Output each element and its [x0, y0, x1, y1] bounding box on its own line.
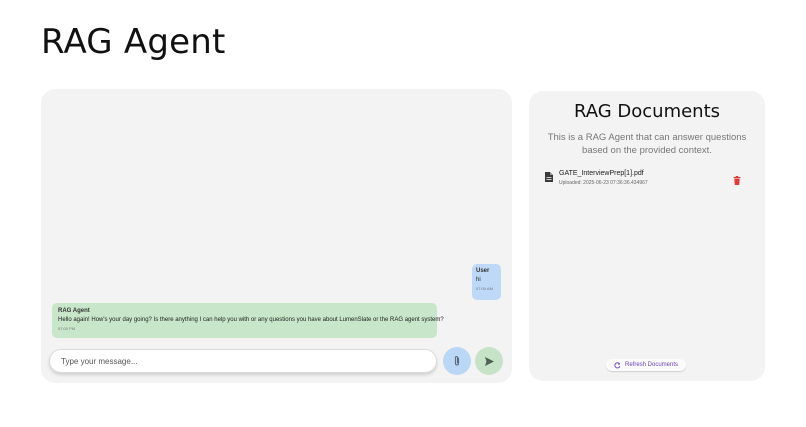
refresh-documents-label: Refresh Documents	[624, 362, 679, 368]
file-icon	[545, 172, 553, 182]
documents-panel: RAG Documents This is a RAG Agent that c…	[529, 91, 765, 381]
message-sender: RAG Agent	[58, 308, 90, 314]
page-title: RAG Agent	[41, 22, 226, 62]
attach-file-button[interactable]	[443, 347, 471, 375]
documents-title: RAG Documents	[573, 101, 721, 122]
message-sender: User	[476, 268, 490, 274]
delete-document-button[interactable]	[733, 172, 741, 190]
document-upload-time: Uploaded: 2025-06-23 07:36:36.434967	[559, 180, 648, 186]
document-item: GATE_InterviewPrep[1].pdf Uploaded: 2025…	[543, 170, 753, 190]
paperclip-icon	[454, 355, 460, 366]
send-button[interactable]	[475, 347, 503, 375]
message-text: hi	[476, 277, 481, 283]
message-input[interactable]	[49, 349, 437, 373]
document-name: GATE_InterviewPrep[1].pdf	[559, 170, 644, 177]
message-time: 07:00 AM	[476, 286, 493, 291]
user-message-bubble: User hi 07:00 AM	[472, 264, 501, 300]
chat-panel: User hi 07:00 AM RAG Agent Hello again! …	[41, 89, 512, 383]
message-time: 07:00 PM	[58, 326, 76, 331]
page: RAG Agent User hi 07:00 AM RAG Agent Hel…	[0, 0, 806, 427]
refresh-icon	[614, 361, 621, 368]
send-icon	[484, 356, 494, 366]
documents-description: This is a RAG Agent that can answer ques…	[547, 132, 747, 156]
trash-icon	[733, 176, 741, 185]
agent-message-bubble: RAG Agent Hello again! How's your day go…	[52, 303, 444, 338]
refresh-documents-button[interactable]: Refresh Documents	[606, 359, 686, 371]
message-text: Hello again! How's your day going? Is th…	[58, 317, 444, 323]
